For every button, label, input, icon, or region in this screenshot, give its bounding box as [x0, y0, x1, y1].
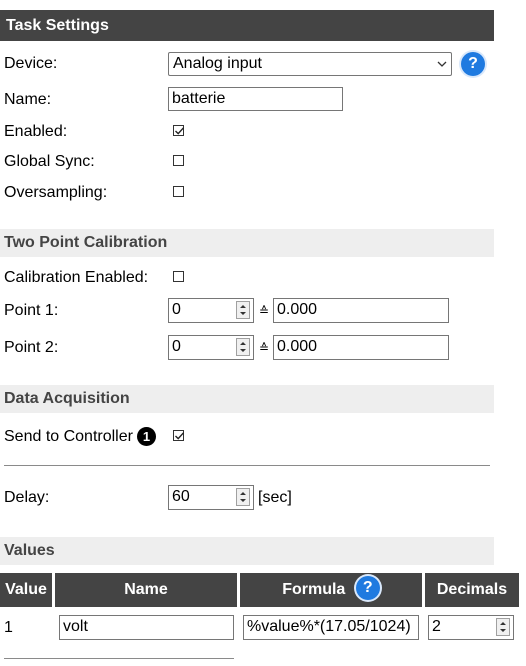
delay-input[interactable]: 60 — [168, 485, 254, 510]
point1-input[interactable]: 0 — [168, 298, 254, 323]
oversampling-checkbox[interactable] — [173, 186, 184, 197]
spinner-arrows-icon — [240, 342, 246, 352]
spinner-arrows-icon — [500, 622, 506, 632]
formula-help-icon[interactable]: ? — [355, 576, 380, 601]
calibration-header: Two Point Calibration — [0, 229, 494, 257]
device-select[interactable]: Analog input — [168, 52, 452, 76]
value-formula-input[interactable]: %value%*(17.05/1024) — [243, 615, 419, 640]
decimals-spinner[interactable] — [496, 618, 510, 636]
data-acquisition-header: Data Acquisition — [0, 385, 494, 413]
value-name-input[interactable]: volt — [59, 615, 234, 640]
device-label: Device: — [4, 55, 58, 72]
point1-spinner[interactable] — [236, 301, 250, 319]
point2-value: 0 — [172, 338, 181, 355]
value-decimals-input[interactable]: 2 — [428, 615, 514, 640]
global-sync-label: Global Sync: — [4, 153, 95, 170]
bottom-divider — [4, 658, 234, 659]
send-to-controller-checkbox[interactable] — [173, 430, 185, 441]
value-decimals: 2 — [432, 618, 441, 635]
point2-mapped-input[interactable]: 0.000 — [273, 335, 449, 360]
chevron-down-icon — [437, 53, 447, 82]
column-header-decimals: Decimals — [425, 573, 519, 607]
name-label: Name: — [4, 91, 52, 108]
delay-label: Delay: — [4, 489, 50, 506]
device-help-icon[interactable]: ? — [461, 52, 485, 76]
calibration-enabled-checkbox[interactable] — [173, 271, 184, 282]
task-name-input[interactable]: batterie — [168, 87, 343, 111]
point2-input[interactable]: 0 — [168, 335, 254, 360]
send-to-controller-label: Send to Controller — [4, 428, 133, 445]
point2-spinner[interactable] — [236, 338, 250, 356]
enabled-checkbox[interactable] — [173, 125, 185, 136]
task-settings-header: Task Settings — [0, 10, 494, 41]
spinner-arrows-icon — [240, 492, 246, 502]
values-header: Values — [0, 537, 494, 565]
checkmark-icon — [175, 432, 185, 440]
column-header-formula: Formula ? — [240, 573, 422, 607]
section-divider — [4, 465, 490, 466]
point2-label: Point 2: — [4, 339, 59, 356]
column-header-formula-label: Formula — [282, 581, 346, 598]
delay-unit: [sec] — [258, 489, 292, 506]
controller-number-badge: 1 — [137, 427, 156, 446]
delay-value: 60 — [172, 488, 190, 505]
point1-label: Point 1: — [4, 302, 59, 319]
column-header-name: Name — [55, 573, 237, 607]
oversampling-label: Oversampling: — [4, 184, 108, 201]
value-index: 1 — [4, 619, 13, 636]
column-header-value: Value — [0, 573, 52, 607]
delay-spinner[interactable] — [236, 488, 250, 506]
point1-value: 0 — [172, 301, 181, 318]
enabled-label: Enabled: — [4, 123, 68, 140]
spinner-arrows-icon — [240, 305, 246, 315]
point1-mapped-input[interactable]: 0.000 — [273, 298, 449, 323]
global-sync-checkbox[interactable] — [173, 155, 184, 166]
corresponds-icon: ≙ — [259, 341, 270, 355]
calibration-enabled-label: Calibration Enabled: — [4, 269, 149, 286]
device-select-value: Analog input — [173, 55, 262, 72]
corresponds-icon: ≙ — [259, 304, 270, 318]
checkmark-icon — [175, 127, 185, 135]
